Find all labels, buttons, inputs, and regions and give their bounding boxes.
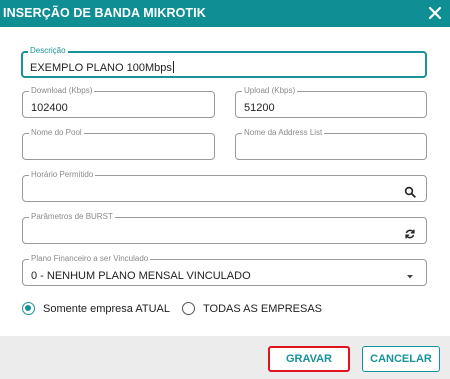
radio-current-company[interactable]: Somente empresa ATUAL (22, 302, 170, 315)
save-button[interactable]: GRAVAR (268, 346, 350, 372)
pool-name-label: Nome do Pool (29, 128, 84, 138)
financial-plan-value: 0 - NENHUM PLANO MENSAL VINCULADO (31, 270, 251, 282)
refresh-icon[interactable] (404, 227, 416, 239)
pool-name-field[interactable]: Nome do Pool (22, 128, 215, 160)
radio-current-company-label: Somente empresa ATUAL (43, 302, 170, 315)
cancel-button[interactable]: CANCELAR (362, 346, 440, 372)
description-field[interactable]: Descrição EXEMPLO PLANO 100Mbps (21, 46, 427, 78)
text-caret (172, 61, 174, 73)
address-list-field[interactable]: Nome da Address List (235, 128, 427, 160)
address-list-label: Nome da Address List (242, 128, 325, 138)
download-label: Download (Kbps) (29, 86, 95, 96)
search-icon[interactable] (404, 185, 416, 198)
radio-unselected-icon[interactable] (182, 302, 195, 315)
dialog-footer: GRAVAR CANCELAR (0, 336, 450, 379)
radio-all-companies-label: TODAS AS EMPRESAS (203, 302, 323, 315)
burst-params-label: Parâmetros de BURST (29, 212, 115, 222)
upload-label: Upload (Kbps) (242, 86, 298, 96)
dialog-header: INSERÇÃO DE BANDA MIKROTIK (0, 0, 450, 27)
close-icon[interactable] (426, 4, 444, 22)
download-value: 102400 (31, 102, 68, 114)
financial-plan-label: Plano Financeiro a ser Vinculado (29, 254, 151, 264)
radio-selected-icon[interactable] (22, 302, 35, 315)
burst-params-field[interactable]: Parâmetros de BURST (22, 212, 427, 244)
dialog-title: INSERÇÃO DE BANDA MIKROTIK (3, 6, 206, 20)
description-value: EXEMPLO PLANO 100Mbps (30, 61, 174, 74)
dropdown-arrow-icon[interactable] (404, 269, 416, 281)
download-field[interactable]: Download (Kbps) 102400 (22, 86, 215, 118)
allowed-schedule-field[interactable]: Horário Permitido (22, 170, 427, 202)
financial-plan-select[interactable]: Plano Financeiro a ser Vinculado 0 - NEN… (22, 254, 427, 286)
description-label: Descrição (28, 46, 68, 56)
radio-all-companies[interactable]: TODAS AS EMPRESAS (182, 302, 322, 315)
upload-field[interactable]: Upload (Kbps) 51200 (235, 86, 427, 118)
allowed-schedule-label: Horário Permitido (29, 170, 96, 180)
upload-value: 51200 (244, 102, 275, 114)
